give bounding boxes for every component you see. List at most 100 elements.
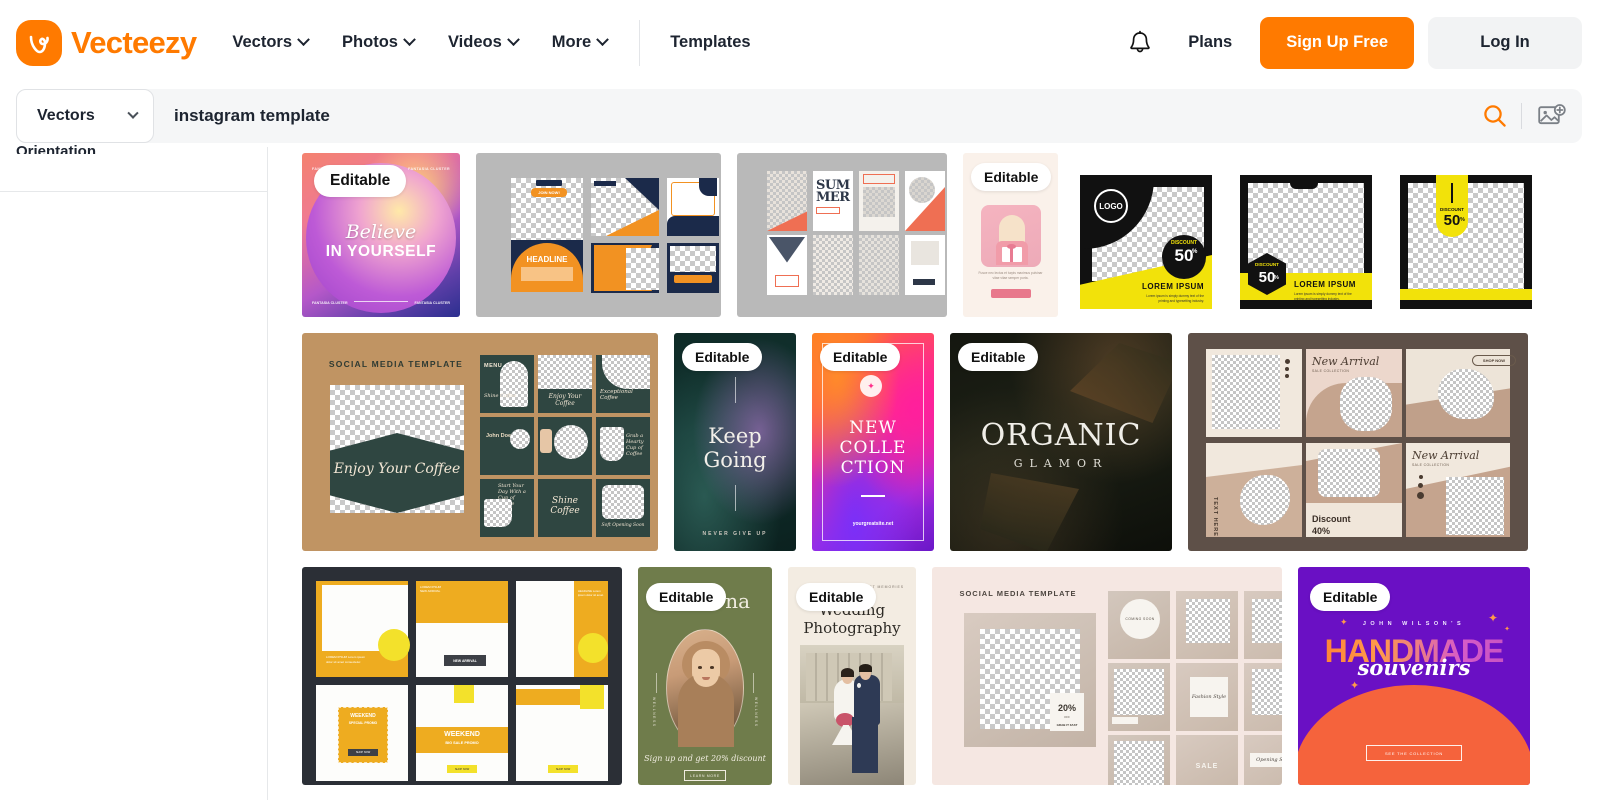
editable-badge: Editable: [646, 583, 727, 611]
card-line-1: NEW: [849, 418, 897, 438]
card-title: ORGANIC: [980, 418, 1142, 453]
result-card-keep-going[interactable]: Editable Keep Going NEVER GIVE UP: [674, 333, 796, 551]
card-new-arrival: NEW ARRIVAL: [444, 655, 486, 666]
sidebar-filter-orientation[interactable]: Orientation: [16, 143, 96, 154]
card-side-label: WELLNESS: [754, 697, 758, 728]
card-discount-unit: %: [1460, 217, 1465, 223]
card-big-sale-sub: BIG SALE PROMO: [445, 741, 479, 745]
results-row: Editable Believe IN YOURSELF FANTASIA CL…: [302, 153, 1584, 317]
chevron-down-icon: [596, 33, 610, 47]
search-bar-region: Vectors: [0, 85, 1600, 147]
result-card-yellow-frame[interactable]: DISCOUNT 50 % LOREM IPSUM Lorem ipsum is…: [1234, 167, 1378, 317]
main-nav: Vectors Photos Videos More: [232, 33, 610, 52]
result-card-yellow-tag[interactable]: DISCOUNT 50 %: [1394, 167, 1538, 317]
card-tile-sub: SALE COLLECTION: [1412, 463, 1450, 467]
card-big-sale: WEEKEND: [444, 731, 480, 738]
card-heading: SOCIAL MEDIA TEMPLATE: [959, 589, 1077, 598]
result-card-pink-set[interactable]: SOCIAL MEDIA TEMPLATE 20% OFF GRAB IT FA…: [932, 567, 1282, 785]
card-discount-value: 40%: [1312, 526, 1331, 537]
search-category-select[interactable]: Vectors: [16, 89, 154, 143]
result-card-gift-pink[interactable]: Editable Fusce nec lectus et turpis maxi…: [963, 153, 1058, 317]
card-grab: GRAB IT FAST: [1056, 723, 1078, 727]
card-discount-unit: %: [1192, 249, 1198, 255]
card-heading: SOCIAL MEDIA TEMPLATE: [328, 359, 464, 369]
card-menu-label: MENU: [484, 363, 503, 369]
result-card-dark-grid[interactable]: LOREM IPSUM Lorem ipsum dolor sit amet c…: [302, 567, 622, 785]
card-discount-label: Discount: [1312, 514, 1351, 525]
brand-name: Vecteezy: [71, 24, 197, 60]
header-actions: Plans Sign Up Free Log In: [1116, 16, 1582, 69]
card-shop-now: SHOP NOW: [1472, 355, 1516, 366]
result-card-handmade[interactable]: Editable JOHN WILSON'S HANDMADE souvenir…: [1298, 567, 1530, 785]
card-micro-text: FANTASIA CLUSTER: [312, 301, 348, 305]
result-card-orange-set[interactable]: JOIN NOW! HEADLINE: [476, 153, 721, 317]
plans-link[interactable]: Plans: [1188, 33, 1232, 52]
notifications-button[interactable]: [1116, 19, 1164, 67]
search-submit-button[interactable]: [1469, 89, 1521, 143]
sidebar-divider: [0, 191, 268, 192]
card-discount-label: DISCOUNT: [1255, 262, 1279, 267]
card-line-1: Keep: [708, 424, 762, 448]
result-card-new-collection[interactable]: Editable ✦ NEW COLLE CTION yourgreatsite…: [812, 333, 934, 551]
card-main-title: Enjoy Your Coffee: [333, 461, 461, 477]
result-card-believe[interactable]: Editable Believe IN YOURSELF FANTASIA CL…: [302, 153, 460, 317]
result-card-wedding[interactable]: Editable SWEET MEMORIES Wedding Photogra…: [788, 567, 916, 785]
chevron-down-icon: [297, 33, 310, 47]
result-card-green-portrait[interactable]: Editable na WELLNESS WELLNESS Sign up an…: [638, 567, 772, 785]
card-micro-text: FANTASIA CLUSTER: [414, 301, 450, 305]
chevron-down-icon: [403, 33, 416, 47]
card-discount-unit: %: [1274, 275, 1279, 281]
sign-up-button[interactable]: Sign Up Free: [1260, 16, 1414, 69]
logo[interactable]: Vecteezy: [16, 19, 197, 66]
nav-item-templates[interactable]: Templates: [670, 33, 750, 52]
card-sale: SALE: [1195, 763, 1219, 770]
log-in-button[interactable]: Log In: [1428, 16, 1582, 69]
result-card-organic-glamor[interactable]: Editable ORGANIC GLAMOR: [950, 333, 1172, 551]
image-search-button[interactable]: [1522, 89, 1582, 143]
nav-divider: [639, 19, 641, 66]
card-fashion: Fashion Style: [1190, 677, 1228, 717]
card-line-2: Photography: [803, 619, 901, 637]
card-cta: SEE THE COLLECTION: [1366, 745, 1462, 761]
result-card-coral-set[interactable]: SUM MER: [737, 153, 947, 317]
card-body-text: Fusce nec lectus et turpis maximus pulvi…: [978, 271, 1043, 280]
nav-item-vectors[interactable]: Vectors: [232, 33, 310, 52]
nav-label: Videos: [447, 33, 502, 51]
card-subtitle: IN YOURSELF: [325, 243, 437, 260]
card-tile-text: Grab a Hearty Cup of Coffee: [626, 433, 644, 457]
card-brand: Shine Coffee: [484, 393, 517, 399]
nav-item-photos[interactable]: Photos: [342, 33, 416, 52]
editable-badge: Editable: [958, 343, 1039, 371]
card-weekend: WEEKEND: [350, 713, 376, 719]
card-line-3: CTION: [840, 458, 906, 478]
editable-badge: Editable: [314, 165, 407, 197]
card-cta: LEARN MORE: [684, 770, 726, 781]
card-pct: 20%: [1057, 703, 1076, 713]
divider-line: [354, 301, 408, 302]
card-lorem: LOREM IPSUM: [1142, 282, 1204, 291]
editable-badge: Editable: [796, 583, 877, 611]
card-logo: LOGO: [1094, 189, 1128, 223]
results-row: LOREM IPSUM Lorem ipsum dolor sit amet c…: [302, 567, 1584, 785]
card-tile-text: Soft Opening Soon: [601, 523, 645, 528]
card-tile-text: Exceptional Coffee: [600, 389, 633, 401]
result-card-yellow-logo[interactable]: LOGO DISCOUNT 50 % LOREM IPSUM Lorem ips…: [1074, 167, 1218, 317]
search-input[interactable]: [154, 89, 1469, 143]
card-discount-value: 50: [1258, 269, 1276, 286]
result-card-boho-set[interactable]: New Arrival SALE COLLECTION SHOP NOW TEX…: [1188, 333, 1528, 551]
nav-item-more[interactable]: More: [552, 33, 610, 52]
card-word: MER: [816, 190, 850, 205]
card-footer: Sign up and get 20% discount: [644, 754, 766, 763]
result-card-coffee[interactable]: SOCIAL MEDIA TEMPLATE Enjoy Your Coffee …: [302, 333, 658, 551]
card-tile-title: New Arrival: [1312, 355, 1380, 368]
site-header: Vecteezy Vectors Photos Videos More Temp…: [0, 0, 1600, 85]
editable-badge: Editable: [971, 163, 1052, 191]
card-subtitle: GLAMOR: [1013, 457, 1109, 470]
nav-item-videos[interactable]: Videos: [447, 33, 520, 52]
vecteezy-logo-icon: [16, 19, 62, 66]
card-micro-text: FANTASIA CLUSTER: [408, 167, 450, 171]
editable-badge: Editable: [682, 343, 763, 371]
card-pct-sub: OFF: [1064, 715, 1070, 719]
card-script: souvenirs: [1357, 655, 1471, 680]
filters-sidebar: Orientation: [0, 143, 268, 800]
